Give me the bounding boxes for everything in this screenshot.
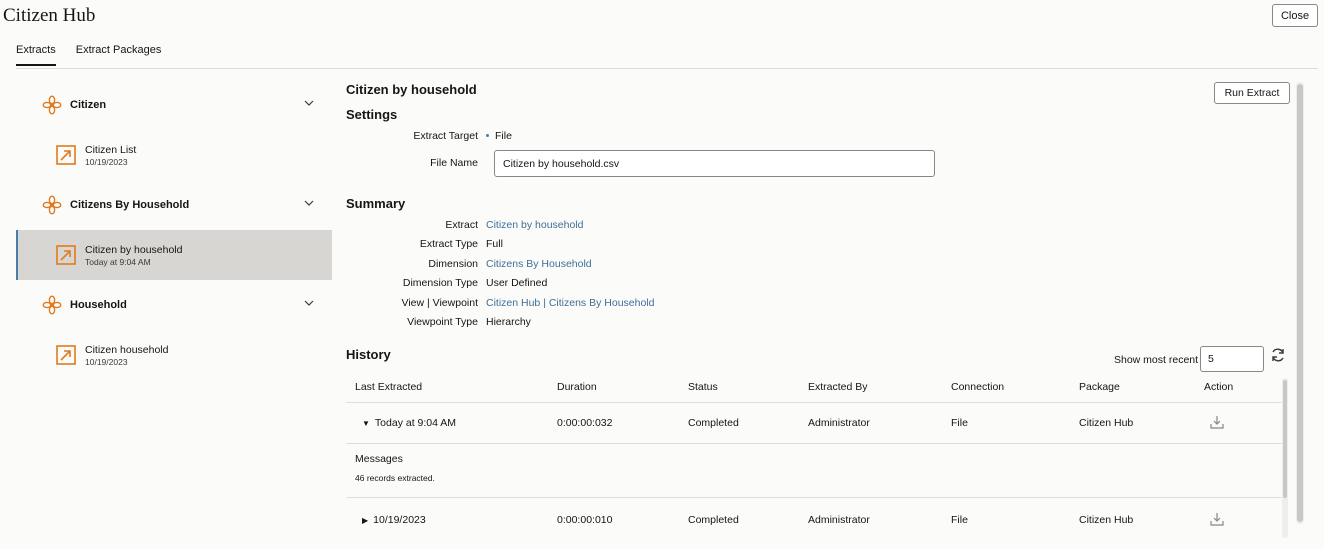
summary-extract-link[interactable]: Citizen by household [486,219,583,231]
dimension-icon [42,195,62,215]
run-extract-button[interactable]: Run Extract [1214,82,1290,104]
scrollbar-thumb[interactable] [1297,84,1303,522]
item-date: 10/19/2023 [85,156,128,167]
history-heading: History [346,347,391,362]
settings-heading: Settings [346,107,398,122]
summary-dimension-row: Dimension Citizens By Household [346,258,592,270]
item-date: Today at 9:04 AM [85,256,151,267]
tab-divider [16,68,1318,69]
chevron-down-icon[interactable] [304,198,314,208]
scrollbar-thumb[interactable] [1283,380,1287,498]
sidebar-group-citizens-by-household[interactable]: Citizens By Household [16,180,332,230]
summary-dimension-link[interactable]: Citizens By Household [486,258,592,270]
item-name: Citizen List [85,143,137,156]
dimension-icon [42,295,62,315]
tab-extracts[interactable]: Extracts [16,44,56,66]
required-dot [486,133,489,137]
sidebar-group-citizen[interactable]: Citizen [16,80,332,130]
summary-dimtype-label: Dimension Type [402,277,478,289]
extracts-sidebar: Citizen Citizen List 10/19/2023 Citizens… [16,80,332,380]
extract-target-label: Extract Target [413,130,478,142]
row-package: Citizen Hub [1079,514,1134,526]
row-extracted-by: Administrator [808,417,870,429]
item-date: 10/19/2023 [85,356,128,367]
row-duration: 0:00:00:010 [557,514,613,526]
row-last-extracted: Today at 9:04 AM [374,417,457,429]
row-last-extracted: 10/19/2023 [373,514,426,526]
extract-target-value: File [495,130,512,142]
col-last-extracted[interactable]: Last Extracted [355,381,422,393]
caret-down-icon: ▼ [362,419,370,428]
download-icon[interactable] [1210,415,1224,429]
col-duration[interactable]: Duration [557,381,597,393]
row-connection: File [951,514,968,526]
summary-vptype-value: Hierarchy [486,316,531,328]
refresh-icon[interactable] [1270,347,1286,363]
extract-target-row: Extract Target File [346,130,512,142]
file-name-row: File Name [346,157,486,169]
col-action: Action [1204,381,1234,393]
col-connection[interactable]: Connection [951,381,1004,393]
app-title: Citizen Hub [3,5,96,26]
row-status: Completed [688,514,739,526]
sidebar-item-citizen-by-household[interactable]: Citizen by household Today at 9:04 AM [16,230,332,280]
group-label: Citizens By Household [70,199,190,211]
item-name: Citizen by household [85,243,183,256]
tab-bar: Extracts Extract Packages [16,44,161,66]
summary-vptype-label: Viewpoint Type [407,316,478,328]
chevron-down-icon[interactable] [304,298,314,308]
expand-row-toggle[interactable]: ▶ 10/19/2023 [362,514,426,526]
messages-label: Messages [355,453,403,465]
summary-type-value: Full [486,238,503,250]
sidebar-group-household[interactable]: Household [16,280,332,330]
summary-type-label: Extract Type [419,238,478,250]
group-label: Household [70,299,127,311]
expand-row-toggle[interactable]: ▼ Today at 9:04 AM [362,417,456,429]
show-most-recent-label: Show most recent [1114,354,1199,366]
summary-vptype-row: Viewpoint Type Hierarchy [346,316,531,328]
panel-scrollbar[interactable] [1296,82,1304,524]
sidebar-item-citizen-list[interactable]: Citizen List 10/19/2023 [16,130,332,180]
summary-dimtype-value: User Defined [486,277,548,289]
detail-title: Citizen by household [346,82,477,97]
download-icon[interactable] [1210,512,1224,526]
summary-dimtype-row: Dimension Type User Defined [346,277,547,289]
row-package: Citizen Hub [1079,417,1134,429]
caret-right-icon: ▶ [362,516,369,525]
chevron-down-icon[interactable] [304,98,314,108]
show-most-recent-input[interactable]: 5 [1200,346,1264,372]
sidebar-item-citizen-household[interactable]: Citizen household 10/19/2023 [16,330,332,380]
tab-extract-packages[interactable]: Extract Packages [76,44,162,66]
summary-extract-label: Extract [445,219,478,231]
col-extracted-by[interactable]: Extracted By [808,381,868,393]
summary-dimension-label: Dimension [428,258,478,270]
summary-view-row: View | Viewpoint Citizen Hub | Citizens … [346,297,655,309]
group-label: Citizen [70,99,107,111]
extract-icon [56,145,76,165]
summary-type-row: Extract Type Full [346,238,503,250]
row-duration: 0:00:00:032 [557,417,613,429]
row-status: Completed [688,417,739,429]
messages-text: 46 records extracted. [355,473,435,483]
summary-view-link[interactable]: Citizen Hub | Citizens By Household [486,297,654,309]
file-name-field[interactable]: Citizen by household.csv [494,150,935,177]
summary-view-label: View | Viewpoint [401,297,478,309]
col-status[interactable]: Status [688,381,718,393]
item-name: Citizen household [85,343,169,356]
file-name-label: File Name [430,157,478,169]
row-divider [346,443,1282,444]
dimension-icon [42,95,62,115]
row-connection: File [951,417,968,429]
summary-heading: Summary [346,196,406,211]
extract-icon [56,345,76,365]
row-divider [346,497,1282,498]
col-package[interactable]: Package [1079,381,1120,393]
row-extracted-by: Administrator [808,514,870,526]
close-button[interactable]: Close [1272,4,1318,27]
summary-extract-row: Extract Citizen by household [346,219,583,231]
table-scrollbar[interactable] [1282,378,1288,538]
row-divider [346,402,1282,403]
extract-icon [56,245,76,265]
